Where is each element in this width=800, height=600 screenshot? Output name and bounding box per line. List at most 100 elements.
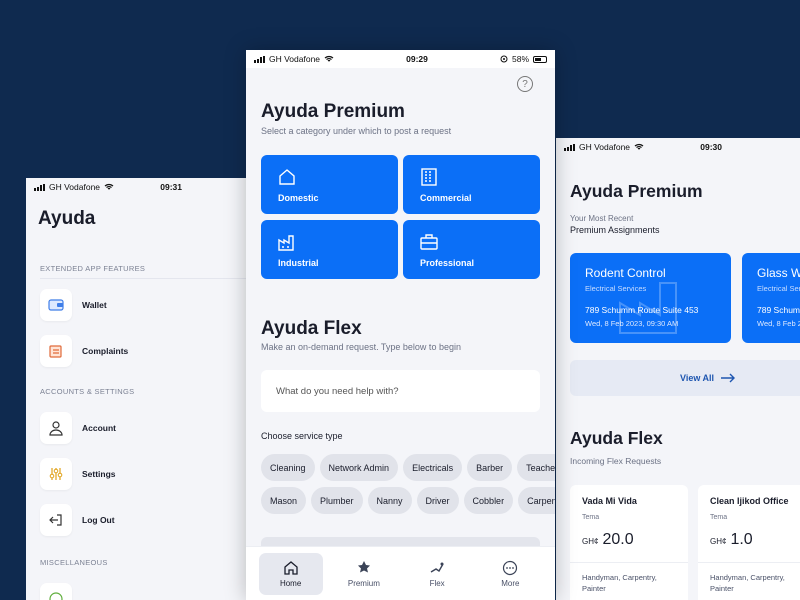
currency-label: GH¢ [582,537,599,546]
amount-value: 1.0 [730,531,753,548]
request-price: GH¢ 20.0 [582,531,634,549]
wifi-icon [634,143,644,150]
menu-item-label: Log Out [82,515,115,525]
menu-item-complaints[interactable]: Complaints [40,335,252,367]
service-chip[interactable]: Electricals [403,454,463,481]
service-chip[interactable]: Cleaning [261,454,315,481]
service-chip[interactable]: Cobbler [463,487,514,514]
category-label: Domestic [278,193,319,203]
carrier-label: GH Vodafone [579,142,631,152]
menu-item-label: Account [82,423,116,433]
premium-title: Ayuda Premium [570,181,703,201]
service-chip[interactable]: Plumber [311,487,363,514]
house-icon [279,169,295,185]
flex-request-card[interactable]: Clean Ijikod Office Tema GH¢ 1.0 Handyma… [698,485,800,600]
menu-item-account[interactable]: Account [40,412,252,444]
left-phone-screen: GH Vodafone 09:31 Ayuda EXTENDED APP FEA… [26,178,252,600]
tab-home[interactable]: Home [258,552,323,595]
assignment-card[interactable]: Rodent Control Electrical Services 789 S… [570,253,731,343]
more-icon [503,560,518,575]
bottom-tab-bar: Home Premium Flex More [246,546,555,600]
status-bar: GH Vodafone 09:29 58% [246,50,555,68]
recent-label: Your Most Recent [570,214,634,223]
amount-value: 20.0 [602,531,634,548]
service-chip[interactable]: Carpenter [518,487,555,514]
flex-request-card[interactable]: Vada Mi Vida Tema GH¢ 20.0 Handyman, Car… [570,485,688,600]
tab-premium[interactable]: Premium [332,553,396,595]
status-bar: GH Vodafone 09:30 [556,138,800,156]
carrier-label: GH Vodafone [269,54,321,64]
wifi-icon [104,183,114,190]
right-phone-screen: GH Vodafone 09:30 Ayuda Premium Your Mos… [556,138,800,600]
home-icon [283,560,298,575]
request-search-input[interactable] [261,370,540,412]
misc-icon [40,583,72,600]
wifi-icon [324,55,334,62]
status-bar: GH Vodafone 09:31 [26,178,252,196]
tab-more[interactable]: More [478,553,542,595]
service-chip[interactable]: Driver [416,487,459,514]
menu-item-settings[interactable]: Settings [40,458,252,490]
complaints-icon [40,335,72,367]
center-phone-screen: GH Vodafone 09:29 58% ? Ayuda Premium Se… [246,50,555,600]
service-chips-row-2: Mason Plumber Nanny Driver Cobbler Carpe… [261,487,555,514]
signal-icon [564,143,575,151]
menu-item-label: Wallet [82,300,107,310]
request-skills: Handyman, Carpentry, Painter [710,573,785,593]
menu-item-label: Settings [82,469,116,479]
tab-label: Flex [429,578,445,588]
status-time: 09:29 [406,54,428,64]
section-header: ACCOUNTS & SETTINGS [40,387,135,396]
help-button[interactable]: ? [517,76,533,92]
view-all-button[interactable]: View All [570,360,800,396]
flex-title: Ayuda Flex [570,428,663,448]
service-chip[interactable]: Barber [467,454,513,481]
premium-title: Ayuda Premium [261,101,405,122]
category-industrial[interactable]: Industrial [261,220,398,279]
request-skills: Handyman, Carpentry, Painter [582,573,657,593]
menu-item-wallet[interactable]: Wallet [40,289,252,321]
tab-flex[interactable]: Flex [405,553,469,595]
view-all-label: View All [680,373,715,383]
category-professional[interactable]: Professional [403,220,540,279]
building-icon [421,168,437,186]
battery-percent: 58% [511,54,529,64]
service-chips-row-1: Cleaning Network Admin Electricals Barbe… [261,454,555,481]
signal-icon [254,55,265,63]
assignment-date: Wed, 8 Feb 2023, 09:30 AM [585,319,679,328]
flex-title: Ayuda Flex [261,318,362,339]
category-domestic[interactable]: Domestic [261,155,398,214]
service-chip[interactable]: Mason [261,487,307,514]
service-chip[interactable]: Nanny [367,487,412,514]
flex-icon [430,562,444,573]
premium-subtitle: Select a category under which to post a … [261,126,452,136]
category-label: Industrial [278,258,319,268]
request-title: Clean Ijikod Office [710,496,789,506]
category-label: Commercial [420,193,472,203]
category-commercial[interactable]: Commercial [403,155,540,214]
carrier-label: GH Vodafone [49,182,101,192]
section-header: MISCELLANEOUS [40,558,108,567]
tab-label: More [501,578,520,588]
tab-label: Premium [347,578,380,588]
service-chip[interactable]: Teacher [517,454,555,481]
briefcase-icon [420,234,438,250]
assignment-title: Rodent Control [585,266,666,280]
menu-item-logout[interactable]: Log Out [40,504,252,536]
assignment-card[interactable]: Glass Wash Electrical Services 789 Schum… [742,253,800,343]
status-time: 09:30 [700,142,722,152]
logout-icon [40,504,72,536]
signal-icon [34,183,45,191]
category-label: Professional [420,258,475,268]
request-price: GH¢ 1.0 [710,531,753,549]
menu-item-label: Complaints [82,346,129,356]
premium-icon [357,560,370,572]
assignment-category: Electrical Services [757,284,800,293]
request-location: Tema [710,514,728,521]
currency-label: GH¢ [710,537,727,546]
menu-item-misc[interactable] [40,583,252,600]
assignment-date: Wed, 8 Feb 2023, 09:30 AM [757,319,800,328]
request-title: Vada Mi Vida [582,496,637,506]
service-chip[interactable]: Network Admin [319,454,399,481]
assignment-address: 789 Schumm Route Suite 453 [757,305,800,315]
